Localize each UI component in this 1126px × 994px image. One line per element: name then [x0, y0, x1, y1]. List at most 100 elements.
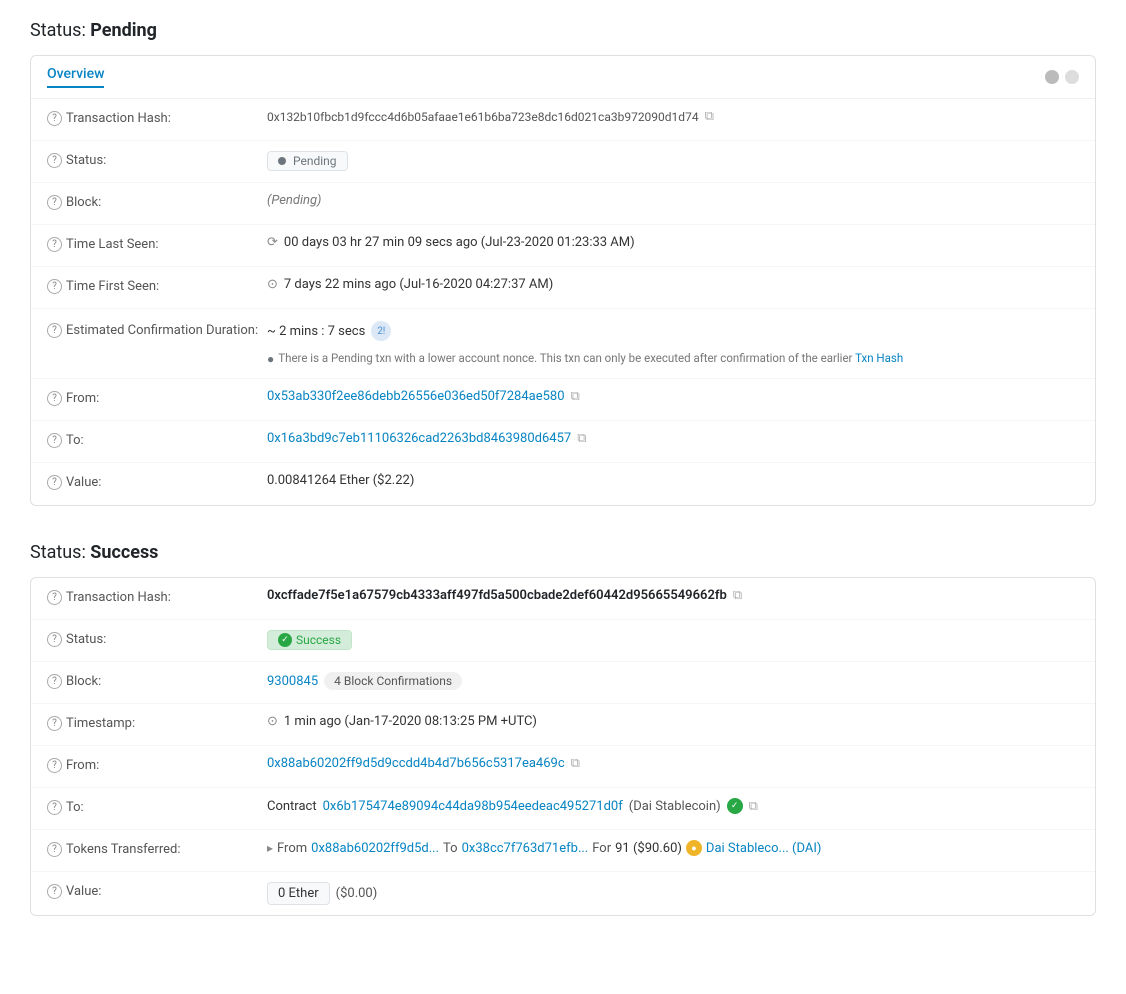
question-icon: ?	[47, 111, 62, 126]
card-header: Overview	[31, 56, 1095, 99]
copy-from-icon[interactable]: ⧉	[571, 756, 580, 771]
tokens-value: ▸ From 0x88ab60202ff9d5d... To 0x38cc7f7…	[267, 840, 1079, 856]
ether-value-box: 0 Ether	[267, 882, 330, 905]
txn-hash-link[interactable]: Txn Hash	[855, 351, 903, 365]
value-label: ? Value:	[47, 473, 267, 490]
question-icon: ?	[47, 632, 62, 647]
tokens-transferred-row: ? Tokens Transferred: ▸ From 0x88ab60202…	[31, 830, 1095, 872]
copy-hash-icon[interactable]: ⧉	[705, 109, 714, 124]
dai-token-icon: ●	[686, 840, 702, 856]
question-icon: ?	[47, 433, 62, 448]
time-first-seen-value: ⊙ 7 days 22 mins ago (Jul-16-2020 04:27:…	[267, 277, 1079, 292]
block-label: ? Block:	[47, 193, 267, 210]
from-value: 0x88ab60202ff9d5d9ccdd4b4d7b656c5317ea46…	[267, 756, 1079, 771]
clock-icon: ⟳	[267, 235, 278, 250]
pending-badge: Pending	[267, 151, 348, 171]
from-address-link[interactable]: 0x53ab330f2ee86debb26556e036ed50f7284ae5…	[267, 389, 565, 404]
question-icon: ?	[47, 800, 62, 815]
block-value: (Pending)	[267, 193, 1079, 208]
timestamp-value: ⊙ 1 min ago (Jan-17-2020 08:13:25 PM +UT…	[267, 714, 1079, 729]
time-last-seen-value: ⟳ 00 days 03 hr 27 min 09 secs ago (Jul-…	[267, 235, 1079, 250]
dot-2	[1065, 70, 1079, 84]
question-icon: ?	[47, 195, 62, 210]
tokens-to-link[interactable]: 0x38cc7f763d71efb...	[462, 841, 589, 856]
success-section-title: Status: Success	[30, 542, 1096, 563]
time-last-seen-row: ? Time Last Seen: ⟳ 00 days 03 hr 27 min…	[31, 225, 1095, 267]
status-value: Pending	[267, 151, 1079, 171]
status-label: ? Status:	[47, 630, 267, 647]
question-icon: ?	[47, 842, 62, 857]
est-confirmation-value: ~ 2 mins : 7 secs 2! ● There is a Pendin…	[267, 321, 1079, 366]
status-value: ✓ Success	[267, 630, 1079, 650]
pending-status-row: ? Status: Pending	[31, 141, 1095, 183]
pending-section-title: Status: Pending	[30, 20, 1096, 41]
status-label: ? Status:	[47, 151, 267, 168]
check-icon: ✓	[278, 633, 292, 647]
question-icon: ?	[47, 590, 62, 605]
tokens-transfer-info: ▸ From 0x88ab60202ff9d5d... To 0x38cc7f7…	[267, 840, 821, 856]
confirmations-badge: 4 Block Confirmations	[324, 672, 462, 690]
copy-contract-icon[interactable]: ⧉	[749, 799, 758, 814]
pending-to-row: ? To: 0x16a3bd9c7eb11106326cad2263bd8463…	[31, 421, 1095, 463]
question-icon: ?	[47, 391, 62, 406]
success-card: ? Transaction Hash: 0xcffade7f5e1a67579c…	[30, 577, 1096, 916]
pending-block-row: ? Block: (Pending)	[31, 183, 1095, 225]
timestamp-label: ? Timestamp:	[47, 714, 267, 731]
question-icon: ?	[47, 237, 62, 252]
pending-from-row: ? From: 0x53ab330f2ee86debb26556e036ed50…	[31, 379, 1095, 421]
value-value: 0 Ether ($0.00)	[267, 882, 1079, 905]
copy-to-icon[interactable]: ⧉	[577, 431, 586, 446]
block-number-link[interactable]: 9300845	[267, 674, 318, 689]
success-timestamp-row: ? Timestamp: ⊙ 1 min ago (Jan-17-2020 08…	[31, 704, 1095, 746]
info-note: ● There is a Pending txn with a lower ac…	[267, 351, 903, 366]
copy-hash-icon[interactable]: ⧉	[733, 588, 742, 603]
tx-hash-label: ? Transaction Hash:	[47, 109, 267, 126]
pending-tx-hash-row: ? Transaction Hash: 0x132b10fbcb1d9fccc4…	[31, 99, 1095, 141]
pending-card: Overview ? Transaction Hash: 0x132b10fbc…	[30, 55, 1096, 506]
from-value: 0x53ab330f2ee86debb26556e036ed50f7284ae5…	[267, 389, 1079, 404]
to-address-link[interactable]: 0x16a3bd9c7eb11106326cad2263bd8463980d64…	[267, 431, 571, 446]
success-status-row: ? Status: ✓ Success	[31, 620, 1095, 662]
time-last-seen-label: ? Time Last Seen:	[47, 235, 267, 252]
block-label: ? Block:	[47, 672, 267, 689]
block-value: 9300845 4 Block Confirmations	[267, 672, 1079, 690]
to-value: 0x16a3bd9c7eb11106326cad2263bd8463980d64…	[267, 431, 1079, 446]
transfer-arrow: ▸	[267, 841, 273, 855]
question-icon: ?	[47, 884, 62, 899]
value-value: 0.00841264 Ether ($2.22)	[267, 473, 1079, 488]
tokens-label: ? Tokens Transferred:	[47, 840, 267, 857]
question-icon: ?	[47, 475, 62, 490]
token-name-link[interactable]: Dai Stableco... (DAI)	[706, 841, 822, 856]
overview-tab[interactable]: Overview	[47, 66, 104, 88]
dot-1	[1045, 70, 1059, 84]
success-to-row: ? To: Contract 0x6b175474e89094c44da98b9…	[31, 788, 1095, 830]
tx-hash-value: 0xcffade7f5e1a67579cb4333aff497fd5a500cb…	[267, 588, 1079, 603]
time-first-seen-row: ? Time First Seen: ⊙ 7 days 22 mins ago …	[31, 267, 1095, 309]
tx-hash-value: 0x132b10fbcb1d9fccc4d6b05afaae1e61b6ba72…	[267, 109, 1079, 124]
success-tx-hash-row: ? Transaction Hash: 0xcffade7f5e1a67579c…	[31, 578, 1095, 620]
success-block-row: ? Block: 9300845 4 Block Confirmations	[31, 662, 1095, 704]
question-icon: ?	[47, 716, 62, 731]
contract-address-link[interactable]: 0x6b175474e89094c44da98b954eedeac495271d…	[323, 799, 623, 814]
info-icon: ●	[267, 352, 274, 366]
time-first-seen-label: ? Time First Seen:	[47, 277, 267, 294]
card-dots	[1045, 70, 1079, 84]
info-badge: 2!	[371, 321, 391, 341]
pending-dot	[278, 157, 286, 165]
question-icon: ?	[47, 153, 62, 168]
question-icon: ?	[47, 323, 62, 338]
from-address-link[interactable]: 0x88ab60202ff9d5d9ccdd4b4d7b656c5317ea46…	[267, 756, 565, 771]
to-value: Contract 0x6b175474e89094c44da98b954eede…	[267, 798, 1079, 814]
tx-hash-label: ? Transaction Hash:	[47, 588, 267, 605]
est-confirmation-row: ? Estimated Confirmation Duration: ~ 2 m…	[31, 309, 1095, 379]
success-badge: ✓ Success	[267, 630, 352, 650]
to-label: ? To:	[47, 798, 267, 815]
question-icon: ?	[47, 674, 62, 689]
question-icon: ?	[47, 279, 62, 294]
question-icon: ?	[47, 758, 62, 773]
tokens-from-link[interactable]: 0x88ab60202ff9d5d...	[311, 841, 439, 856]
verified-icon: ✓	[727, 798, 743, 814]
value-label: ? Value:	[47, 882, 267, 899]
copy-from-icon[interactable]: ⧉	[571, 389, 580, 404]
est-confirmation-label: ? Estimated Confirmation Duration:	[47, 321, 267, 338]
